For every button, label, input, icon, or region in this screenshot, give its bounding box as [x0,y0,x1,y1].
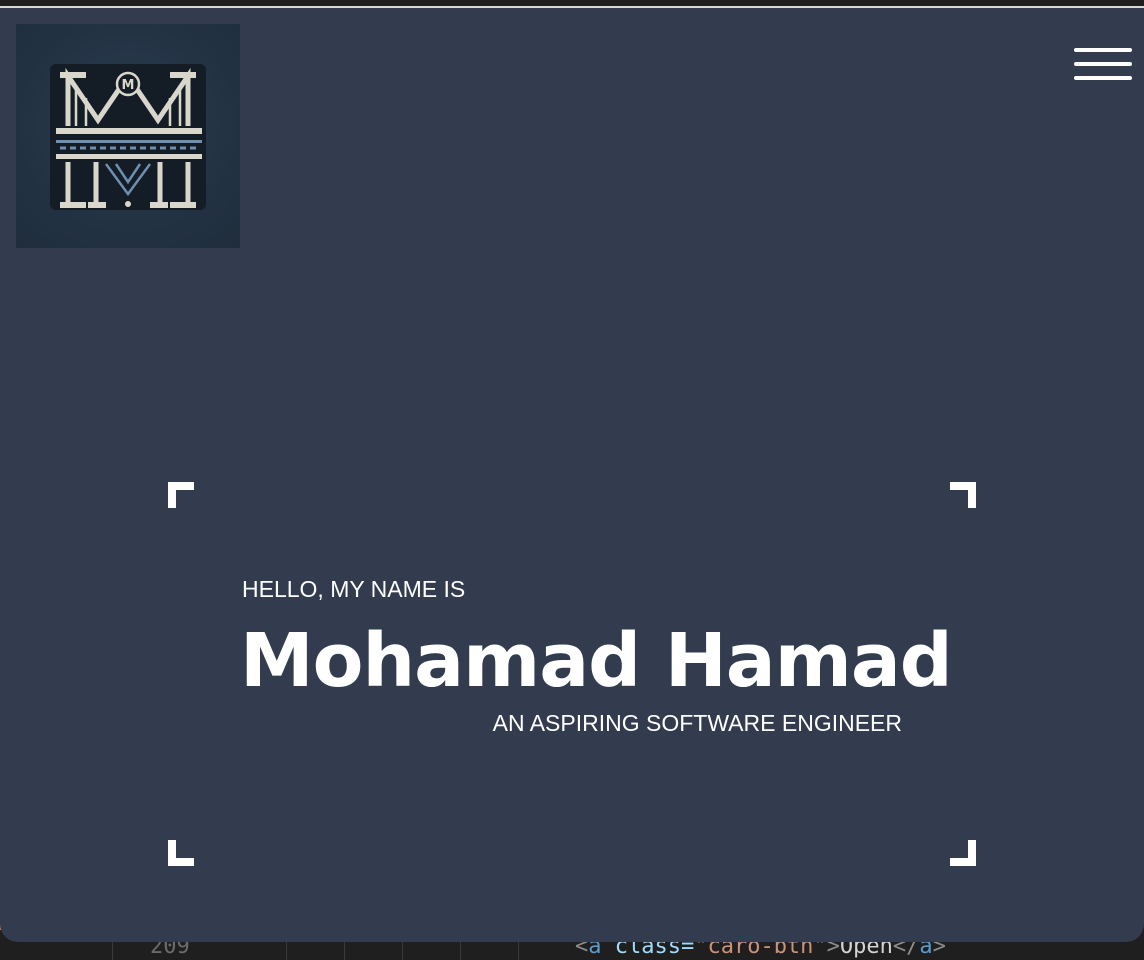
frame-corner-bottom-right [950,840,976,866]
hero-name: Mohamad Hamad [240,618,953,704]
svg-text:M: M [122,78,135,93]
hamburger-menu-icon[interactable] [1072,46,1134,86]
site-logo[interactable]: M [16,24,240,248]
frame-corner-top-left [168,482,194,508]
monogram-m-logo-icon: M [50,64,206,210]
menu-bar [1074,76,1132,80]
hero-tagline: AN ASPIRING SOFTWARE ENGINEER [492,710,902,736]
hero-greeting: HELLO, MY NAME IS [242,576,466,602]
menu-bar [1074,48,1132,52]
menu-bar [1074,62,1132,66]
frame-corner-top-right [950,482,976,508]
frame-corner-bottom-left [168,840,194,866]
